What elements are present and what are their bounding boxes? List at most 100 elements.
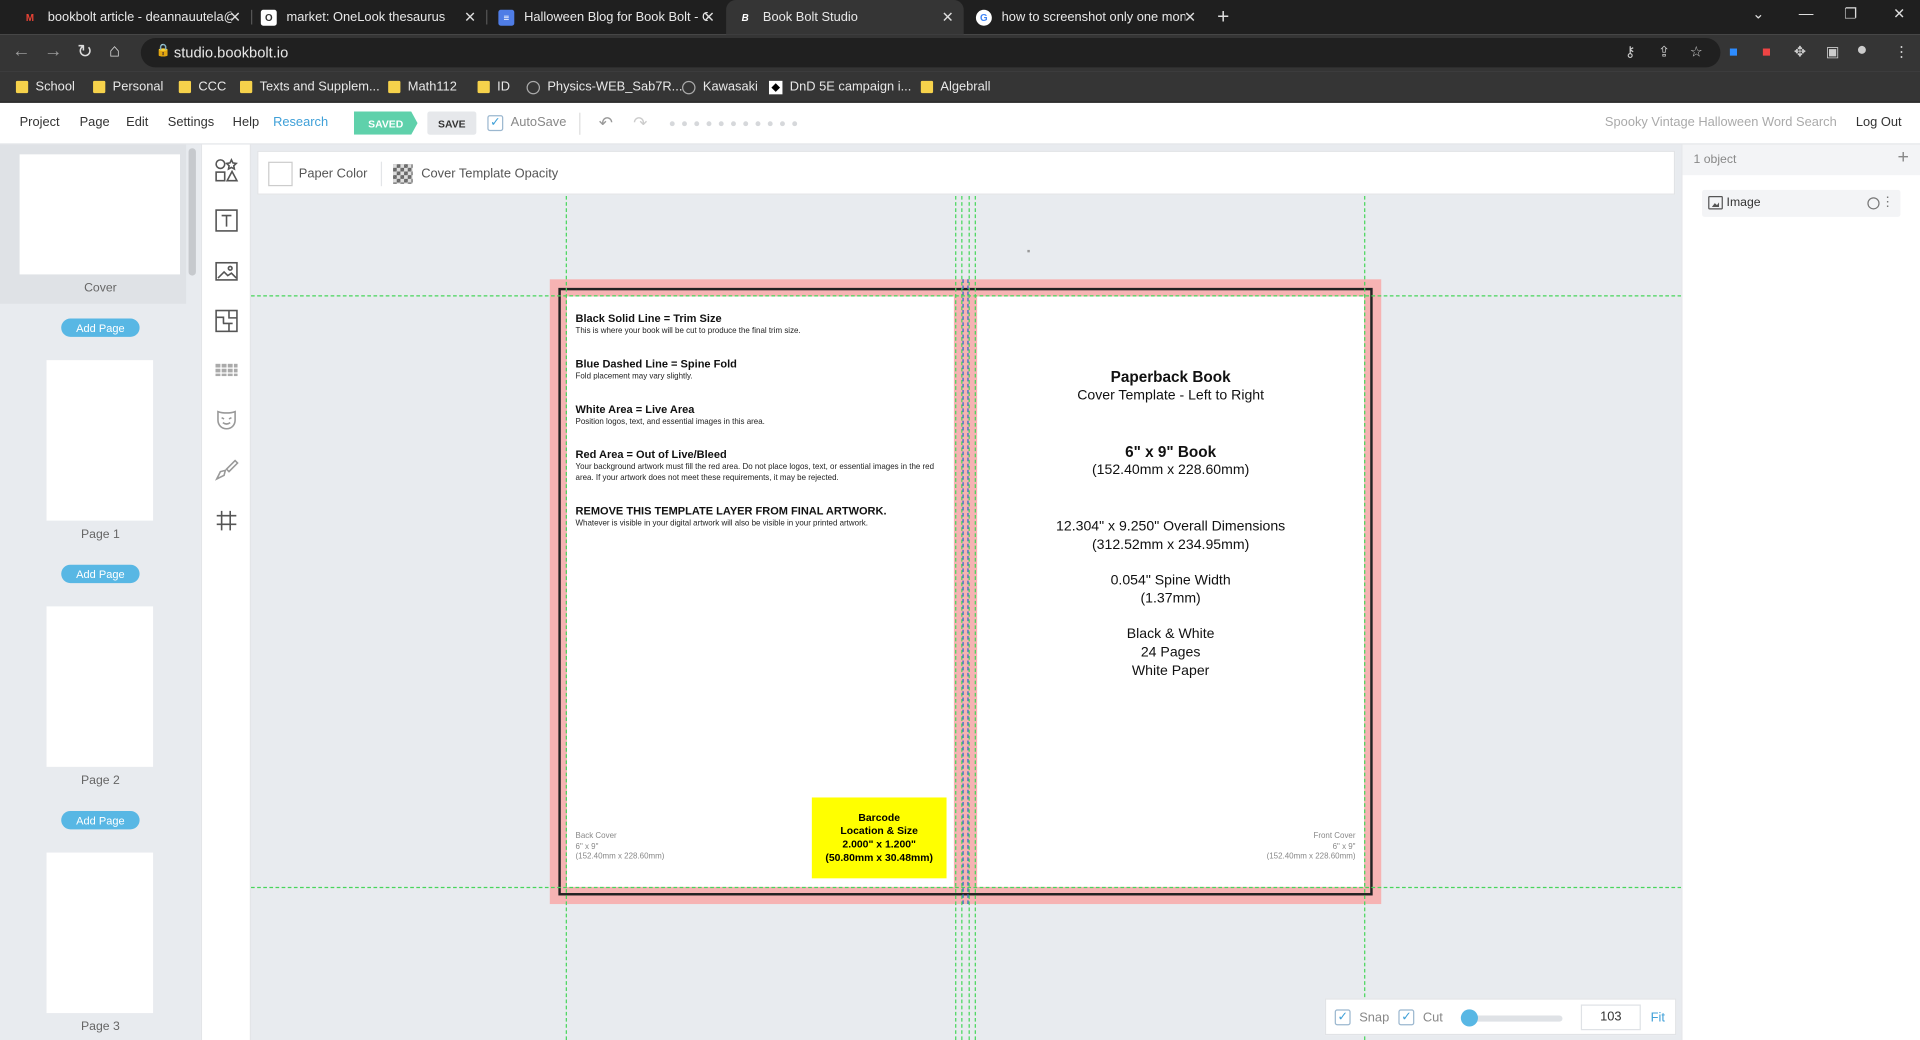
- url-text[interactable]: studio.bookbolt.io: [174, 44, 288, 61]
- browser-tab[interactable]: G how to screenshot only one mon ✕: [966, 0, 1206, 34]
- browser-tab[interactable]: ≡ Halloween Blog for Book Bolt - G ✕: [489, 0, 725, 34]
- extensions-puzzle-icon[interactable]: ✥: [1794, 43, 1806, 60]
- autosave-checkbox[interactable]: ✓: [487, 115, 504, 132]
- snap-checkbox[interactable]: ✓: [1334, 1009, 1351, 1026]
- share-icon[interactable]: ⇪: [1658, 43, 1670, 60]
- menu-project[interactable]: Project: [20, 115, 60, 130]
- bookmark[interactable]: Texts and Supplem...: [240, 77, 380, 97]
- new-tab-icon[interactable]: +: [1217, 5, 1229, 30]
- page-label: Page 1: [80, 527, 120, 542]
- profile-avatar[interactable]: ●: [1856, 39, 1867, 60]
- folder-icon: [240, 80, 253, 94]
- close-icon[interactable]: ✕: [703, 9, 715, 26]
- menu-settings[interactable]: Settings: [168, 115, 214, 130]
- bookmark[interactable]: CCC: [178, 77, 226, 97]
- restore-icon[interactable]: ❐: [1844, 5, 1857, 22]
- back-icon[interactable]: ←: [12, 40, 30, 61]
- browser-tab[interactable]: M bookbolt article - deannauutela@ ✕: [12, 0, 251, 34]
- bookmark[interactable]: Personal: [93, 77, 163, 97]
- save-button[interactable]: SAVE: [427, 111, 477, 135]
- elements-icon[interactable]: [212, 156, 241, 185]
- bookmark[interactable]: Kawasaki: [682, 77, 758, 97]
- forward-icon[interactable]: →: [44, 40, 62, 61]
- visibility-toggle-icon[interactable]: [1867, 197, 1880, 210]
- pages-scrollbar[interactable]: [188, 148, 196, 276]
- sidepanel-icon[interactable]: ▣: [1826, 43, 1840, 60]
- layer-item[interactable]: Image ⋮: [1702, 189, 1901, 217]
- bookmark[interactable]: DnD 5E campaign i...: [768, 77, 912, 97]
- hash-grid-icon[interactable]: [212, 506, 241, 535]
- browser-tab[interactable]: O market: OneLook thesaurus ✕: [253, 0, 486, 34]
- guide-line: [961, 196, 963, 1040]
- opacity-checker-icon[interactable]: [393, 164, 413, 184]
- star-icon[interactable]: ☆: [1690, 43, 1703, 60]
- minimize-icon[interactable]: —: [1799, 5, 1814, 22]
- puzzle-tool-icon[interactable]: [212, 306, 241, 335]
- mask-tool-icon[interactable]: [212, 405, 241, 434]
- brush-tool-icon[interactable]: [212, 456, 241, 485]
- zoom-extension-icon[interactable]: ■: [1729, 43, 1738, 60]
- tab-search-icon[interactable]: ⌄: [1752, 5, 1764, 22]
- layer-more-icon[interactable]: ⋮: [1881, 194, 1894, 210]
- close-icon[interactable]: ✕: [464, 9, 476, 26]
- folder-icon: [920, 80, 934, 94]
- logout-link[interactable]: Log Out: [1856, 115, 1902, 130]
- cut-checkbox[interactable]: ✓: [1398, 1009, 1415, 1026]
- close-icon[interactable]: ✕: [1184, 9, 1196, 26]
- bookmark[interactable]: Physics-WEB_Sab7R...: [526, 77, 682, 97]
- bookmark[interactable]: Algebrall: [920, 77, 990, 97]
- zoom-input[interactable]: 103: [1580, 1004, 1641, 1031]
- key-icon[interactable]: ⚷: [1625, 43, 1636, 60]
- window-close-icon[interactable]: ✕: [1893, 5, 1905, 22]
- project-title[interactable]: Spooky Vintage Halloween Word Search: [1605, 115, 1837, 130]
- grid-tool-icon[interactable]: [212, 355, 241, 384]
- add-page-button[interactable]: Add Page: [61, 564, 140, 584]
- page-label: Page 3: [80, 1020, 120, 1034]
- menu-help[interactable]: Help: [233, 115, 259, 130]
- snap-label: Snap: [1359, 1010, 1390, 1026]
- redo-icon[interactable]: ↷: [633, 113, 647, 134]
- page-thumbnail[interactable]: [46, 360, 154, 521]
- extension-icon[interactable]: ■: [1762, 43, 1771, 60]
- undo-icon[interactable]: ↶: [599, 113, 613, 134]
- close-icon[interactable]: ✕: [229, 9, 241, 26]
- zoom-slider-track[interactable]: [1464, 1015, 1563, 1022]
- cover-template-opacity-label[interactable]: Cover Template Opacity: [421, 167, 558, 182]
- instruction-heading: REMOVE THIS TEMPLATE LAYER FROM FINAL AR…: [575, 504, 887, 517]
- tools-sidebar: [200, 144, 252, 1040]
- close-icon[interactable]: ✕: [942, 9, 954, 26]
- bookmark-label: DnD 5E campaign i...: [789, 79, 912, 95]
- paper-color-label[interactable]: Paper Color: [299, 167, 368, 182]
- page-thumbnail[interactable]: [46, 606, 154, 767]
- menu-research[interactable]: Research: [273, 115, 328, 130]
- folder-icon: [388, 80, 401, 94]
- instruction-body: Your background artwork must fill the re…: [575, 463, 935, 483]
- bookmark[interactable]: Math112: [388, 77, 457, 97]
- menu-page[interactable]: Page: [80, 115, 110, 130]
- tab-label: market: OneLook thesaurus: [286, 9, 446, 25]
- menu-dots-icon[interactable]: ⋮: [1894, 43, 1909, 60]
- fit-button[interactable]: Fit: [1651, 1011, 1665, 1026]
- guide-line: [251, 295, 1682, 297]
- browser-tab-active[interactable]: B Book Bolt Studio ✕: [726, 0, 964, 35]
- add-layer-icon[interactable]: +: [1898, 147, 1909, 169]
- design-canvas[interactable]: Paper Color Cover Template Opacity Black…: [251, 144, 1682, 1040]
- omnibox[interactable]: 🔒 studio.bookbolt.io: [140, 37, 1721, 68]
- home-icon[interactable]: ⌂: [109, 40, 120, 61]
- cover-thumbnail[interactable]: [19, 154, 181, 275]
- page-thumbnail[interactable]: [46, 852, 154, 1014]
- cover-page-item[interactable]: Cover: [0, 144, 187, 304]
- onelook-icon: O: [260, 9, 277, 26]
- folder-icon: [93, 80, 106, 94]
- image-tool-icon[interactable]: [212, 256, 241, 285]
- paper-color-swatch[interactable]: [268, 161, 293, 187]
- layers-panel: 1 object + Image ⋮: [1681, 144, 1920, 1040]
- bookmark[interactable]: School: [15, 77, 75, 97]
- menu-edit[interactable]: Edit: [126, 115, 148, 130]
- reload-icon[interactable]: ↻: [77, 40, 92, 63]
- zoom-slider-handle[interactable]: [1460, 1009, 1478, 1027]
- add-page-button[interactable]: Add Page: [61, 318, 140, 337]
- text-tool-icon[interactable]: [212, 206, 241, 235]
- add-page-button[interactable]: Add Page: [61, 810, 140, 830]
- bookmark[interactable]: ID: [477, 77, 510, 97]
